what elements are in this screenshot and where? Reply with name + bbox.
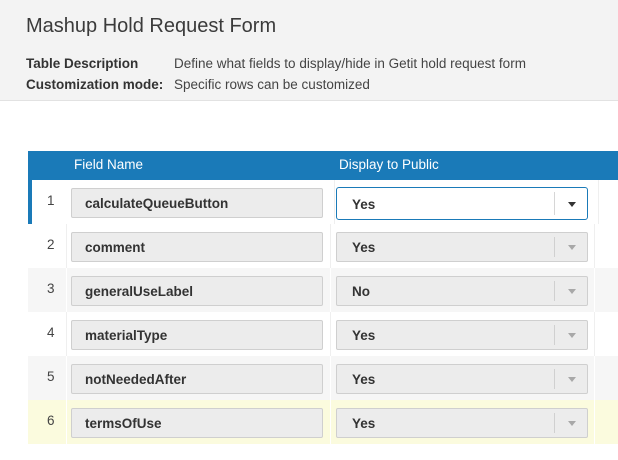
table-description-label: Table Description — [26, 56, 139, 71]
field-name-input: materialType — [71, 320, 323, 350]
display-to-public-select[interactable]: No — [336, 276, 588, 306]
display-to-public-select[interactable]: Yes — [336, 364, 588, 394]
chevron-down-icon[interactable] — [568, 245, 576, 250]
column-header-field-name[interactable]: Field Name — [74, 157, 143, 172]
table-description-value: Define what fields to display/hide in Ge… — [174, 56, 526, 71]
display-to-public-value: Yes — [352, 197, 376, 212]
table-row[interactable]: 6 termsOfUse Yes — [28, 400, 618, 444]
chevron-down-icon[interactable] — [568, 377, 576, 382]
display-to-public-select[interactable]: Yes — [336, 320, 588, 350]
row-number: 4 — [47, 325, 55, 340]
page-title: Mashup Hold Request Form — [26, 15, 277, 37]
field-name-input: notNeededAfter — [71, 364, 323, 394]
table-row[interactable]: 5 notNeededAfter Yes — [28, 356, 618, 400]
table-row[interactable]: 4 materialType Yes — [28, 312, 618, 356]
table-row[interactable]: 1 calculateQueueButton Yes — [28, 180, 618, 224]
display-to-public-value: Yes — [352, 372, 376, 387]
row-number: 2 — [47, 237, 55, 252]
customization-mode-label: Customization mode: — [26, 77, 164, 92]
display-to-public-value: Yes — [352, 416, 376, 431]
customization-mode-row: Customization mode: Specific rows can be … — [26, 77, 370, 92]
chevron-down-icon[interactable] — [568, 289, 576, 294]
field-name-input: comment — [71, 232, 323, 262]
display-to-public-select[interactable]: Yes — [336, 187, 588, 220]
row-number: 3 — [47, 281, 55, 296]
display-to-public-select[interactable]: Yes — [336, 232, 588, 262]
table-description-row: Table Description Define what fields to d… — [26, 56, 526, 71]
chevron-down-icon[interactable] — [568, 421, 576, 426]
fields-table: Field Name Display to Public 1 calculate… — [28, 151, 618, 444]
chevron-down-icon[interactable] — [568, 333, 576, 338]
field-name-input: calculateQueueButton — [71, 188, 323, 218]
display-to-public-value: Yes — [352, 240, 376, 255]
row-number: 5 — [47, 369, 55, 384]
table-header: Field Name Display to Public — [28, 151, 618, 180]
display-to-public-value: Yes — [352, 328, 376, 343]
chevron-down-icon[interactable] — [568, 202, 576, 207]
field-name-input: termsOfUse — [71, 408, 323, 438]
field-name-input: generalUseLabel — [71, 276, 323, 306]
row-number: 1 — [47, 193, 55, 208]
row-number: 6 — [47, 413, 55, 428]
column-header-display-to-public[interactable]: Display to Public — [339, 157, 439, 172]
display-to-public-value: No — [352, 284, 370, 299]
table-row[interactable]: 2 comment Yes — [28, 224, 618, 268]
customization-mode-value: Specific rows can be customized — [174, 77, 370, 92]
table-row[interactable]: 3 generalUseLabel No — [28, 268, 618, 312]
display-to-public-select[interactable]: Yes — [336, 408, 588, 438]
page-header: Mashup Hold Request Form Table Descripti… — [0, 0, 618, 101]
